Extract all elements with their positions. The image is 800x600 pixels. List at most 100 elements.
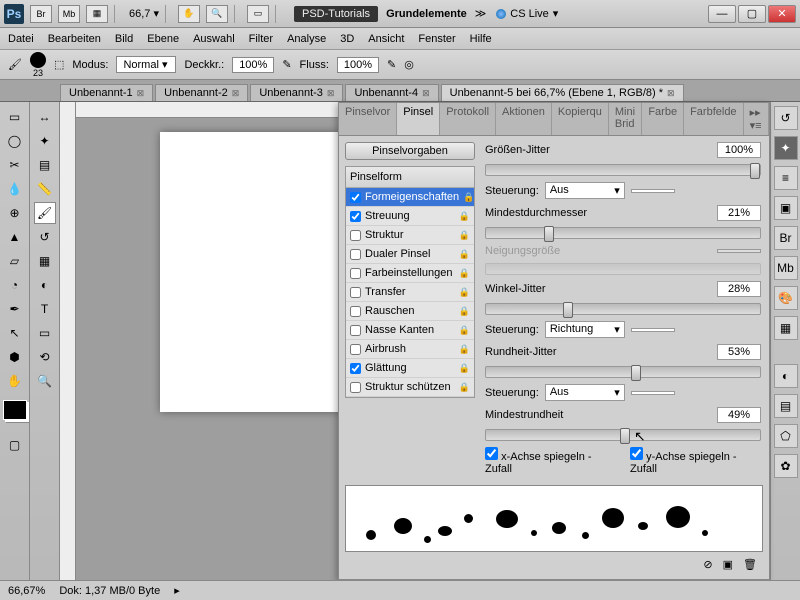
bridge-icon[interactable]: Br xyxy=(30,5,52,23)
color-swatch[interactable] xyxy=(3,400,27,420)
close-icon[interactable]: ⊠ xyxy=(667,88,675,99)
channels-panel-icon[interactable]: ▤ xyxy=(774,394,798,418)
tab-5-active[interactable]: Unbenannt-5 bei 66,7% (Ebene 1, RGB/8) *… xyxy=(441,84,684,101)
panel-more-icon[interactable]: ▸▸ ▾≡ xyxy=(744,103,769,135)
layout-icon[interactable]: ▦ xyxy=(86,5,108,23)
lock-icon[interactable]: 🔒 xyxy=(459,363,470,374)
hand-tool-icon[interactable]: ✋ xyxy=(4,370,26,392)
brush-preview-icon[interactable] xyxy=(30,52,46,68)
hand-icon[interactable]: ✋ xyxy=(178,5,200,23)
modus-select[interactable]: Normal ▾ xyxy=(116,56,176,73)
menu-auswahl[interactable]: Auswahl xyxy=(193,33,235,45)
lock-icon[interactable]: 🔒 xyxy=(459,344,470,355)
steuerung-val-1[interactable] xyxy=(631,189,675,193)
fluss-input[interactable]: 100% xyxy=(337,57,379,73)
dodge-tool-icon[interactable]: ◐ xyxy=(34,274,56,296)
lock-icon[interactable]: 🔒 xyxy=(459,306,470,317)
menu-analyse[interactable]: Analyse xyxy=(287,33,326,45)
option-checkbox[interactable] xyxy=(350,230,361,241)
winkel-value[interactable]: 28% xyxy=(717,281,761,297)
crop-tool-icon[interactable]: ✂ xyxy=(4,154,26,176)
eraser-tool-icon[interactable]: ▱ xyxy=(4,250,26,272)
brush-option-item[interactable]: Farbeinstellungen🔒 xyxy=(346,264,474,283)
deck-input[interactable]: 100% xyxy=(232,57,274,73)
panel-tab[interactable]: Aktionen xyxy=(496,103,552,135)
layers-panel-icon[interactable]: ◐ xyxy=(774,364,798,388)
tab-1[interactable]: Unbenannt-1⊠ xyxy=(60,84,153,101)
brush-tool-icon[interactable]: 🖌 xyxy=(8,58,22,71)
app-zoom[interactable]: 66,7 xyxy=(129,8,150,20)
panel-tab[interactable]: Protokoll xyxy=(440,103,496,135)
tab-2[interactable]: Unbenannt-2⊠ xyxy=(155,84,248,101)
menu-ansicht[interactable]: Ansicht xyxy=(368,33,404,45)
menu-bild[interactable]: Bild xyxy=(115,33,133,45)
shape-tool-icon[interactable]: ▭ xyxy=(34,322,56,344)
panel-tab[interactable]: Farbe xyxy=(642,103,684,135)
slice-tool-icon[interactable]: ▤ xyxy=(34,154,56,176)
menu-hilfe[interactable]: Hilfe xyxy=(470,33,492,45)
steuerung-select-3[interactable]: Aus▾ xyxy=(545,384,625,401)
steuerung-select-1[interactable]: Aus▾ xyxy=(545,182,625,199)
menu-ebene[interactable]: Ebene xyxy=(147,33,179,45)
panel-tab-pinsel[interactable]: Pinsel xyxy=(397,103,440,135)
pen-tool-icon[interactable]: ✒ xyxy=(4,298,26,320)
menu-3d[interactable]: 3D xyxy=(340,33,354,45)
workspace-button[interactable]: PSD-Tutorials xyxy=(294,6,378,22)
lasso-tool-icon[interactable]: ◯ xyxy=(4,130,26,152)
heal-tool-icon[interactable]: ⊕ xyxy=(4,202,26,224)
x-achse-checkbox[interactable] xyxy=(485,447,498,460)
history-brush-icon[interactable]: ↺ xyxy=(34,226,56,248)
brush-option-item[interactable]: Glättung🔒 xyxy=(346,359,474,378)
brush-option-item[interactable]: Rauschen🔒 xyxy=(346,302,474,321)
option-checkbox[interactable] xyxy=(350,249,361,260)
mb-panel-icon[interactable]: Mb xyxy=(774,256,798,280)
cslive-label[interactable]: CS Live xyxy=(510,8,549,20)
eyedropper-tool-icon[interactable]: 💧 xyxy=(4,178,26,200)
close-icon[interactable]: ⊠ xyxy=(232,88,240,99)
gradient-tool-icon[interactable]: ▦ xyxy=(34,250,56,272)
lock-icon[interactable]: 🔒 xyxy=(463,192,474,203)
menu-datei[interactable]: Datei xyxy=(8,33,34,45)
pinselvorgaben-button[interactable]: Pinselvorgaben xyxy=(345,142,475,160)
mindestrund-slider[interactable]: ↖ xyxy=(485,429,761,441)
winkel-slider[interactable] xyxy=(485,303,761,315)
mindestrund-value[interactable]: 49% xyxy=(717,407,761,423)
lock-icon[interactable]: 🔒 xyxy=(459,287,470,298)
lock-icon[interactable]: 🔒 xyxy=(459,382,470,393)
rotate-tool-icon[interactable]: ⟲ xyxy=(34,346,56,368)
option-checkbox[interactable] xyxy=(350,306,361,317)
tablet-opacity-icon[interactable]: ✎ xyxy=(282,58,291,71)
path-tool-icon[interactable]: ↖ xyxy=(4,322,26,344)
brush-settings-panel-icon[interactable]: ✦ xyxy=(774,136,798,160)
brush-option-item[interactable]: Struktur🔒 xyxy=(346,226,474,245)
toggle-preview-icon[interactable]: ⊘ xyxy=(703,558,712,571)
option-checkbox[interactable] xyxy=(350,211,361,222)
groessen-jitter-value[interactable]: 100% xyxy=(717,142,761,158)
option-checkbox[interactable] xyxy=(350,268,361,279)
marquee-tool-icon[interactable]: ▭ xyxy=(4,106,26,128)
menu-bearbeiten[interactable]: Bearbeiten xyxy=(48,33,101,45)
workspace-name[interactable]: Grundelemente xyxy=(386,8,467,20)
mindest-slider[interactable] xyxy=(485,227,761,239)
rundheit-value[interactable]: 53% xyxy=(717,344,761,360)
move-tool-icon[interactable]: ↔ xyxy=(34,106,56,128)
close-icon[interactable]: ⊠ xyxy=(422,88,430,99)
lock-icon[interactable]: 🔒 xyxy=(459,249,470,260)
mb-icon[interactable]: Mb xyxy=(58,5,80,23)
brush-option-item[interactable]: Dualer Pinsel🔒 xyxy=(346,245,474,264)
canvas[interactable] xyxy=(160,132,340,412)
paths-panel-icon[interactable]: ⬠ xyxy=(774,424,798,448)
mindest-value[interactable]: 21% xyxy=(717,205,761,221)
trash-icon[interactable]: 🗑 xyxy=(743,558,757,571)
maximize-button[interactable]: ▢ xyxy=(738,5,766,23)
option-checkbox[interactable] xyxy=(350,325,361,336)
adjustments-panel-icon[interactable]: ✿ xyxy=(774,454,798,478)
brush-option-item[interactable]: Struktur schützen🔒 xyxy=(346,378,474,397)
status-zoom[interactable]: 66,67% xyxy=(8,585,45,597)
brush-panel-icon[interactable]: ⬚ xyxy=(54,58,64,71)
tab-3[interactable]: Unbenannt-3⊠ xyxy=(250,84,343,101)
close-icon[interactable]: ⊠ xyxy=(137,88,145,99)
brush-tool-icon[interactable]: 🖌 xyxy=(34,202,56,224)
option-checkbox[interactable] xyxy=(350,382,361,393)
brush-option-item[interactable]: Airbrush🔒 xyxy=(346,340,474,359)
